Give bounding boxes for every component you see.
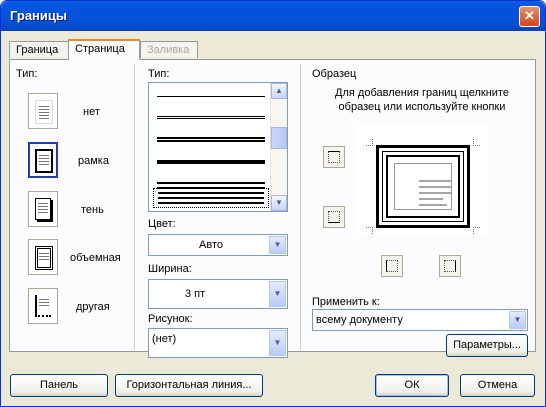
chevron-down-icon: ▼ <box>273 289 282 298</box>
cancel-button[interactable]: Отмена <box>460 374 535 397</box>
right-border-button[interactable] <box>439 255 461 277</box>
setting-3d-label[interactable]: объемная <box>70 252 121 264</box>
dropdown-button[interactable]: ▼ <box>269 281 286 307</box>
separator <box>134 64 136 349</box>
setting-shadow-icon[interactable] <box>28 191 58 227</box>
setting-custom-icon[interactable] <box>28 288 58 324</box>
dropdown-button[interactable]: ▼ <box>509 311 526 329</box>
width-label: Ширина: <box>148 263 192 275</box>
chevron-down-icon: ▼ <box>273 240 282 249</box>
list-item[interactable] <box>153 155 269 175</box>
bottom-border-button[interactable] <box>323 206 345 228</box>
tab-page-border[interactable]: Страница <box>68 39 140 60</box>
apply-to-label: Применить к: <box>312 296 380 308</box>
separator <box>300 64 302 349</box>
ok-button[interactable]: ОК <box>375 374 449 397</box>
chevron-down-icon: ▼ <box>273 338 282 347</box>
width-value: 3 пт <box>185 288 206 300</box>
close-icon: ✕ <box>524 8 535 23</box>
right-border-icon <box>444 260 456 272</box>
options-button[interactable]: Параметры... <box>446 334 528 357</box>
left-border-button[interactable] <box>381 255 403 277</box>
setting-custom-label[interactable]: другая <box>76 301 110 313</box>
width-select[interactable]: 3 пт ▼ <box>148 279 288 309</box>
color-label: Цвет: <box>148 218 176 230</box>
horizontal-line-button[interactable]: Горизонтальная линия... <box>115 374 263 397</box>
arrow-down-icon: ▼ <box>275 198 283 207</box>
tab-borders[interactable]: Граница <box>9 41 69 58</box>
setting-box-icon[interactable] <box>28 142 58 178</box>
chevron-down-icon: ▼ <box>513 315 522 324</box>
scrollbar[interactable]: ▲ ▼ <box>270 83 287 211</box>
art-label: Рисунок: <box>148 313 193 325</box>
list-item[interactable] <box>153 87 269 107</box>
line-style-list[interactable]: ▲ ▼ <box>148 82 288 212</box>
setting-label: Тип: <box>16 68 38 80</box>
scroll-up-button[interactable]: ▲ <box>271 83 287 99</box>
apply-to-select[interactable]: всему документу ▼ <box>312 309 528 331</box>
setting-shadow-label[interactable]: тень <box>81 204 104 216</box>
borders-dialog: Границы ✕ Граница Страница Заливка Тип: … <box>0 0 546 407</box>
top-border-icon <box>328 151 340 163</box>
preview-page[interactable] <box>358 125 488 238</box>
scroll-down-button[interactable]: ▼ <box>271 195 287 211</box>
tab-shading: Заливка <box>140 41 198 58</box>
bottom-border-icon <box>328 211 340 223</box>
art-select[interactable]: (нет) ▼ <box>148 328 288 358</box>
setting-3d-icon[interactable] <box>28 239 58 275</box>
art-value: (нет) <box>152 333 177 345</box>
apply-to-value: всему документу <box>316 314 403 326</box>
dropdown-button[interactable]: ▼ <box>269 236 286 254</box>
dropdown-button[interactable]: ▼ <box>269 330 286 356</box>
left-border-icon <box>386 260 398 272</box>
style-label: Тип: <box>148 68 170 80</box>
close-button[interactable]: ✕ <box>519 6 540 27</box>
preview-hint: Для добавления границ щелкните образец и… <box>335 87 509 113</box>
window-title: Границы <box>10 8 67 23</box>
list-item-selected[interactable] <box>153 188 269 208</box>
setting-box-label[interactable]: рамка <box>78 155 109 167</box>
color-value: Авто <box>199 239 223 251</box>
preview-label: Образец <box>312 68 357 80</box>
color-select[interactable]: Авто ▼ <box>148 234 288 256</box>
toolbar-button[interactable]: Панель <box>10 374 108 397</box>
arrow-up-icon: ▲ <box>275 86 283 95</box>
list-item[interactable] <box>153 131 269 151</box>
top-border-button[interactable] <box>323 146 345 168</box>
setting-none-icon[interactable] <box>28 93 58 129</box>
title-bar[interactable]: Границы ✕ <box>1 1 545 31</box>
list-item[interactable] <box>153 109 269 129</box>
setting-none-label[interactable]: нет <box>83 106 100 118</box>
scroll-thumb[interactable] <box>271 127 287 149</box>
